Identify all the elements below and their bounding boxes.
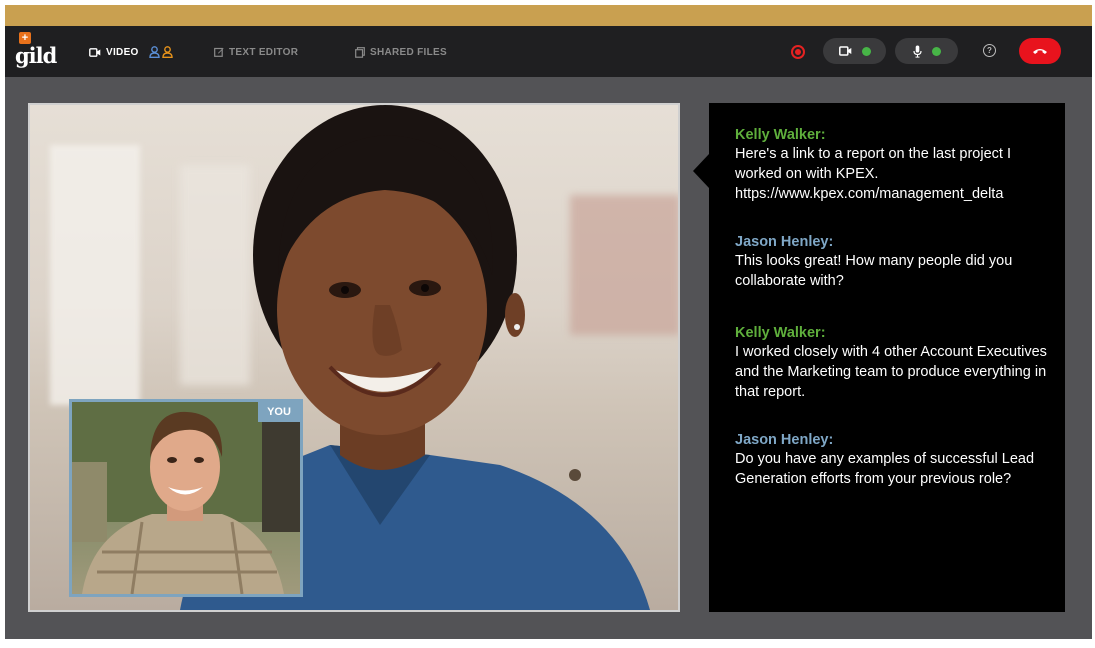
self-participant-image [72, 402, 300, 594]
chat-pointer [693, 154, 709, 188]
phone-hangup-icon [1033, 49, 1047, 54]
chat-message: Jason Henley: Do you have any examples o… [735, 431, 1055, 489]
edit-icon [214, 47, 224, 57]
tab-text-editor[interactable]: TEXT EDITOR [214, 42, 298, 62]
chat-author: Jason Henley: [735, 432, 834, 448]
chat-text: Here's a link to a report on the last pr… [735, 146, 1011, 202]
chat-message: Kelly Walker: Here's a link to a report … [735, 126, 1055, 204]
chat-author: Kelly Walker: [735, 127, 826, 143]
accent-bar [5, 5, 1092, 26]
tab-text-editor-label: TEXT EDITOR [229, 46, 299, 58]
chat-text: Do you have any examples of successful L… [735, 451, 1035, 487]
chat-message: Jason Henley: This looks great! How many… [735, 233, 1055, 291]
chat-author: Kelly Walker: [735, 325, 826, 341]
tab-shared-files[interactable]: SHARED FILES [355, 42, 447, 62]
tab-video[interactable]: VIDEO [89, 42, 175, 62]
chat-text: I worked closely with 4 other Account Ex… [735, 344, 1047, 400]
user-icon-orange [161, 46, 173, 58]
chat-author: Jason Henley: [735, 234, 834, 250]
camera-toggle[interactable] [823, 38, 886, 64]
chat-text: This looks great! How many people did yo… [735, 253, 1013, 289]
help-button[interactable]: ? [983, 44, 996, 57]
hangup-button[interactable] [1019, 38, 1061, 64]
top-toolbar: + gild VIDEO TEXT EDITOR SHARED FILES ? [5, 26, 1092, 77]
gild-logo: + gild [15, 32, 57, 72]
record-button[interactable] [791, 45, 805, 59]
chat-panel: Kelly Walker: Here's a link to a report … [693, 103, 1065, 612]
remote-video: YOU [28, 103, 680, 612]
self-video[interactable]: YOU [69, 399, 303, 597]
tab-video-label: VIDEO [106, 46, 139, 58]
video-stage: YOU Kelly Walker: Here's a link to a rep… [5, 77, 1092, 639]
chat-message: Kelly Walker: I worked closely with 4 ot… [735, 324, 1055, 402]
logo-text: gild [15, 43, 57, 68]
microphone-toggle[interactable] [895, 38, 958, 64]
files-icon [355, 46, 365, 58]
participants [148, 46, 175, 58]
self-video-label: YOU [258, 402, 300, 422]
microphone-status-dot [931, 46, 941, 56]
microphone-icon [912, 45, 922, 58]
user-icon-blue [148, 46, 160, 58]
camera-status-dot [861, 46, 871, 56]
video-camera-icon [89, 47, 101, 57]
camera-icon [838, 46, 851, 56]
tab-shared-files-label: SHARED FILES [370, 46, 447, 58]
